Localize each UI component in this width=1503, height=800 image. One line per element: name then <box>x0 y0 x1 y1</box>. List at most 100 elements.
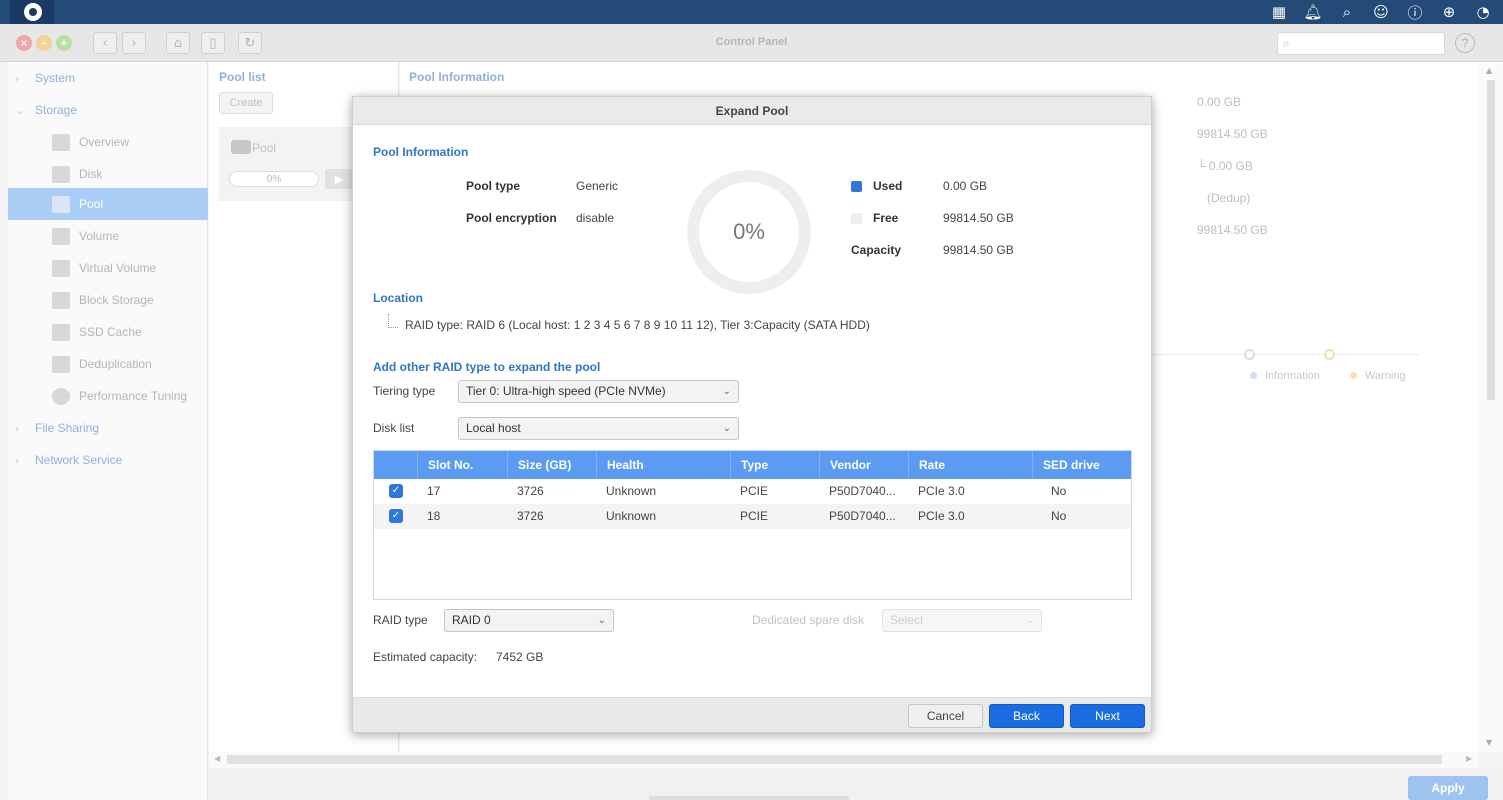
disk-list-label: Disk list <box>373 421 415 435</box>
sidebar-item-label: Disk <box>79 167 103 181</box>
vertical-scrollbar[interactable]: ▲ ▼ <box>1479 62 1503 752</box>
sidebar-item-performance-tuning[interactable]: Performance Tuning <box>8 380 208 412</box>
cell-slot: 18 <box>427 509 441 523</box>
sidebar-group-storage[interactable]: ⌄ Storage <box>8 94 208 126</box>
sidebar-item-deduplication[interactable]: Deduplication <box>8 348 208 380</box>
sidebar-group-file-sharing[interactable]: › File Sharing <box>8 412 208 444</box>
bg-value: 99814.50 GB <box>1197 127 1268 141</box>
pool-icon <box>231 140 251 154</box>
column-header[interactable]: Health <box>596 451 730 479</box>
usage-percent: 0% <box>733 219 765 244</box>
used-value: 0.00 GB <box>943 179 988 193</box>
sidebar-item-overview[interactable]: Overview <box>8 126 208 158</box>
cell-rate: PCIe 3.0 <box>918 484 965 498</box>
volume-icon <box>52 227 70 245</box>
dashboard-icon[interactable]: ◔ <box>1473 2 1493 22</box>
scroll-left-icon[interactable]: ◀ <box>214 754 220 763</box>
cell-sed: No <box>1051 509 1067 523</box>
tiering-type-select[interactable]: Tier 0: Ultra-high speed (PCIe NVMe) ⌄ <box>458 380 739 403</box>
cell-type: PCIE <box>740 509 769 523</box>
chevron-down-icon: ⌄ <box>722 423 731 434</box>
user-icon[interactable]: ☺ <box>1371 2 1391 22</box>
chevron-down-icon: ⌄ <box>722 386 731 397</box>
sidebar-group-label: Network Service <box>35 453 123 467</box>
horizontal-scrollbar[interactable]: ◀ ▶ <box>209 752 1479 768</box>
taskbar-icons: ▦ 🔔︎ ⌕ ☺ ⓘ ⊕ ◔ <box>1269 0 1493 24</box>
column-header[interactable]: Type <box>730 451 819 479</box>
sidebar-group-label: System <box>35 71 76 85</box>
free-legend-swatch <box>851 213 862 224</box>
next-button[interactable]: Next <box>1070 704 1145 728</box>
timeline-dot <box>1244 349 1255 360</box>
capacity-value: 99814.50 GB <box>943 243 1014 257</box>
sidebar-group-network-service[interactable]: › Network Service <box>8 444 208 476</box>
cancel-button[interactable]: Cancel <box>908 704 983 728</box>
play-icon[interactable]: ▶ <box>325 169 353 189</box>
sidebar-item-label: SSD Cache <box>79 325 142 339</box>
table-row[interactable]: ✓ 17 3726 Unknown PCIE P50D7040... PCIe … <box>374 479 1131 504</box>
raid-type-label: RAID type <box>373 613 428 627</box>
sidebar-item-volume[interactable]: Volume <box>8 220 208 252</box>
add-raid-section-title: Add other RAID type to expand the pool <box>373 360 601 374</box>
sidebar-item-disk[interactable]: Disk <box>8 158 208 190</box>
globe-icon[interactable]: ⊕ <box>1439 2 1459 22</box>
window-titlebar: × – + ‹ › ⌂ ▯ ↻ Control Panel ⌕ ? <box>0 24 1503 62</box>
footer-bar: Apply <box>209 768 1503 800</box>
sidebar-item-label: Deduplication <box>79 357 152 371</box>
sidebar-item-block-storage[interactable]: Block Storage <box>8 284 208 316</box>
bg-value: └ 0.00 GB <box>1197 159 1253 173</box>
cell-health: Unknown <box>606 509 657 523</box>
spare-disk-select[interactable]: Select ⌄ <box>882 609 1042 632</box>
column-header[interactable]: Size (GB) <box>507 451 596 479</box>
sidebar-item-label: Virtual Volume <box>79 261 157 275</box>
create-button[interactable]: Create <box>219 92 273 114</box>
cell-vendor: P50D7040... <box>829 484 896 498</box>
help-icon[interactable]: ⓘ <box>1405 2 1425 22</box>
chevron-down-icon: ⌄ <box>15 103 25 117</box>
disk-table: Slot No. Size (GB) Health Type Vendor Ra… <box>373 450 1132 600</box>
bg-value: 0.00 GB <box>1197 95 1242 109</box>
checkbox-checked-icon[interactable]: ✓ <box>389 484 403 498</box>
scroll-right-icon[interactable]: ▶ <box>1466 754 1472 763</box>
help-button[interactable]: ? <box>1455 33 1475 53</box>
sidebar-item-ssd-cache[interactable]: SSD Cache <box>8 316 208 348</box>
table-row[interactable]: ✓ 18 3726 Unknown PCIE P50D7040... PCIe … <box>374 504 1131 529</box>
sidebar-group-label: Storage <box>35 103 78 117</box>
search-input[interactable]: ⌕ <box>1277 32 1445 55</box>
apps-icon[interactable]: ▦ <box>1269 2 1289 22</box>
timeline-line <box>1152 354 1420 355</box>
search-icon[interactable]: ⌕ <box>1337 2 1357 22</box>
raid-type-select[interactable]: RAID 0 ⌄ <box>444 609 614 632</box>
warning-dot-icon <box>1350 372 1357 379</box>
sidebar-group-system[interactable]: › System <box>8 62 208 94</box>
apply-button[interactable]: Apply <box>1408 776 1488 800</box>
column-header[interactable]: Rate <box>908 451 1032 479</box>
bg-value: 99814.50 GB <box>1197 223 1268 237</box>
qnap-logo[interactable] <box>10 0 54 24</box>
chevron-right-icon: › <box>15 453 20 467</box>
checkbox-checked-icon[interactable]: ✓ <box>389 509 403 523</box>
scroll-thumb[interactable] <box>1487 80 1495 400</box>
cell-size: 3726 <box>517 509 544 523</box>
column-header[interactable]: Slot No. <box>417 451 507 479</box>
scroll-up-icon[interactable]: ▲ <box>1486 66 1492 75</box>
sidebar-item-pool[interactable]: Pool <box>8 188 208 220</box>
tree-connector <box>388 314 398 328</box>
scroll-thumb[interactable] <box>227 755 1442 764</box>
pool-list-title: Pool list <box>219 70 266 84</box>
column-header[interactable]: SED drive <box>1032 451 1131 479</box>
legend-information: Information <box>1250 370 1320 382</box>
sidebar: › System ⌄ Storage Overview Disk Pool Vo… <box>8 62 208 800</box>
disk-list-select[interactable]: Local host ⌄ <box>458 417 739 440</box>
scroll-down-icon[interactable]: ▼ <box>1486 738 1492 747</box>
spare-disk-placeholder: Select <box>890 613 924 627</box>
back-button[interactable]: Back <box>989 704 1064 728</box>
cell-sed: No <box>1051 484 1067 498</box>
bell-icon[interactable]: 🔔︎ <box>1303 2 1323 22</box>
cell-size: 3726 <box>517 484 544 498</box>
deduplication-icon <box>52 355 70 373</box>
table-header: Slot No. Size (GB) Health Type Vendor Ra… <box>374 451 1131 479</box>
column-header[interactable]: Vendor <box>819 451 908 479</box>
legend-warning: Warning <box>1350 370 1406 382</box>
sidebar-item-virtual-volume[interactable]: Virtual Volume <box>8 252 208 284</box>
